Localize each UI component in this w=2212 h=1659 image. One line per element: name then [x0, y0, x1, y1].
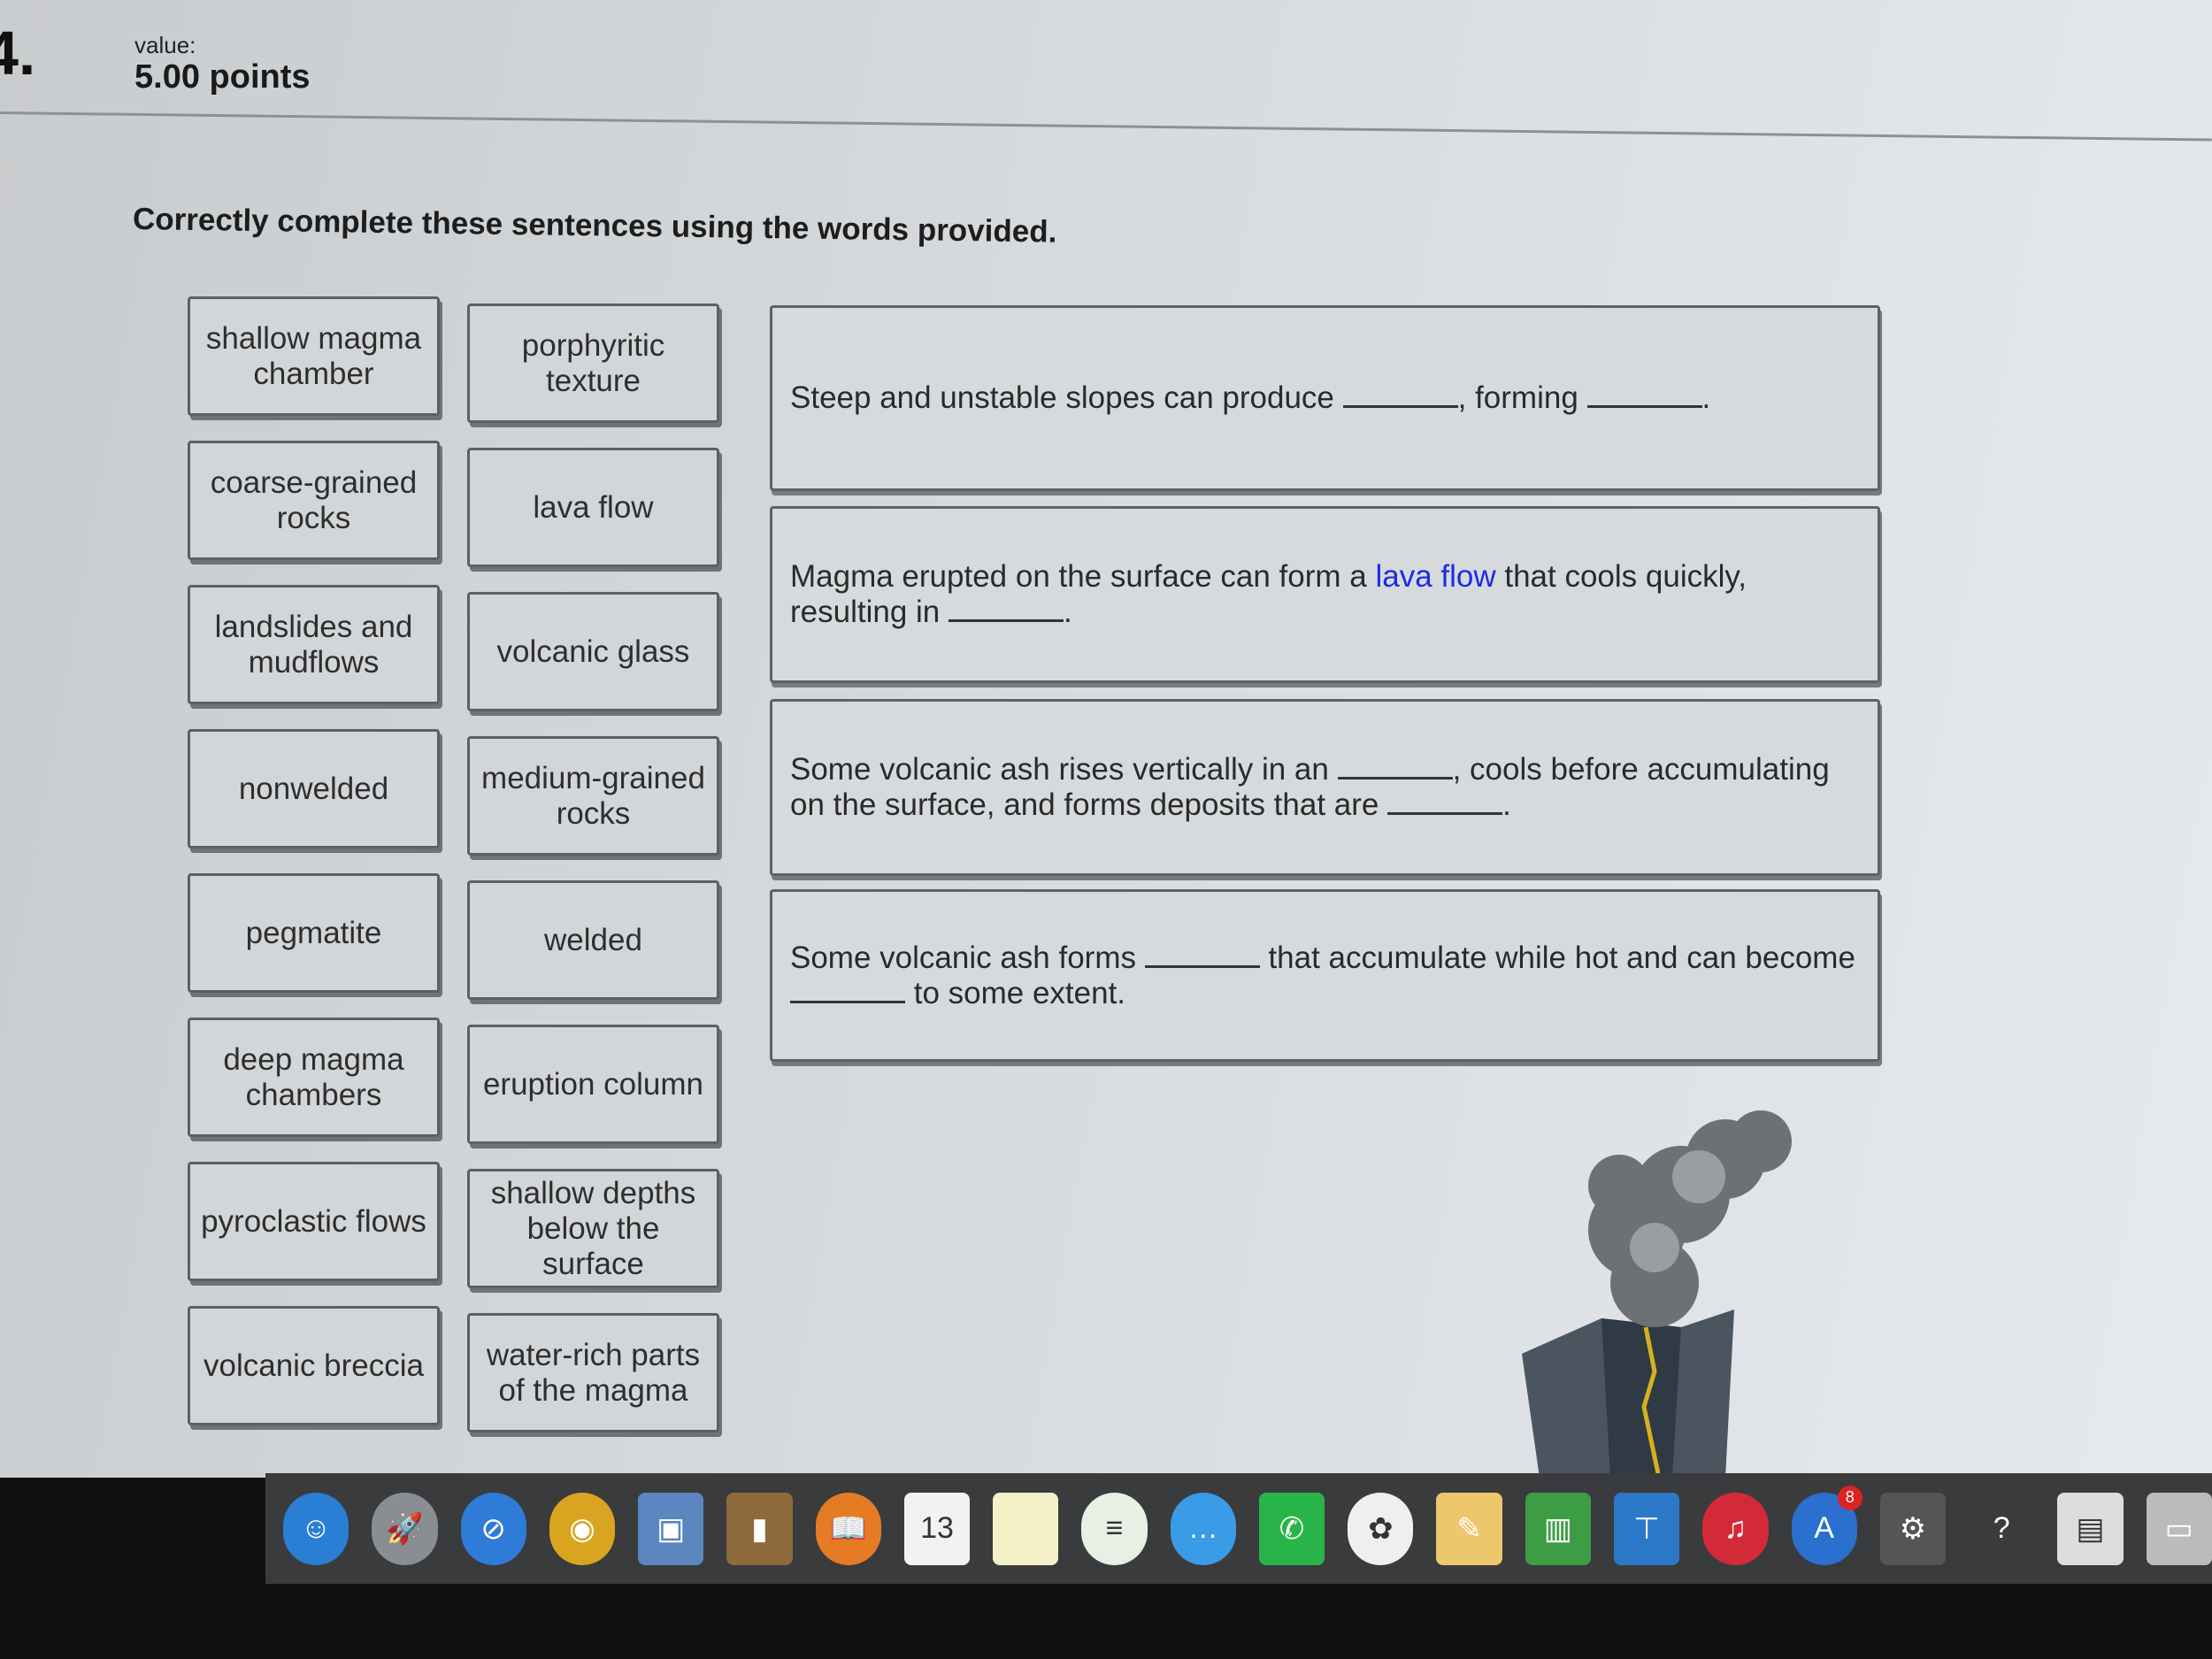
- sentence-fragment: .: [1063, 595, 1072, 629]
- sentence-fragment: Some volcanic ash rises vertically in an: [790, 752, 1338, 787]
- browser-page: 4. value: 5.00 points Correctly complete…: [0, 0, 2212, 1478]
- divider: [0, 111, 2212, 142]
- word-tile[interactable]: medium-grained rocks: [467, 736, 719, 856]
- photos-icon[interactable]: ✿: [1348, 1492, 1414, 1565]
- messages-icon[interactable]: …: [1170, 1492, 1236, 1565]
- sentence-fragment: Magma erupted on the surface can form a: [790, 559, 1376, 594]
- keynote-icon[interactable]: ⊤: [1613, 1492, 1680, 1565]
- ibooks-glyph: 📖: [829, 1511, 867, 1546]
- downloads-glyph: ▭: [2164, 1511, 2193, 1546]
- value-label: value:: [134, 32, 196, 58]
- word-tile[interactable]: deep magma chambers: [188, 1018, 440, 1137]
- help-icon[interactable]: ?: [1969, 1492, 2035, 1565]
- keynote-glyph: ⊤: [1633, 1511, 1660, 1546]
- filled-answer[interactable]: lava flow: [1375, 559, 1495, 594]
- system-preferences-glyph: ⚙: [1899, 1511, 1927, 1546]
- app-store-glyph: A: [1814, 1511, 1834, 1545]
- sentence-box: Some volcanic ash rises vertically in an…: [770, 699, 1880, 876]
- pages-icon[interactable]: ✎: [1436, 1492, 1502, 1565]
- dock: ☺ 🚀 ⊘ ◉ ▣ ▮ 📖 13 ≡ … ✆ ✿ ✎ ▥ ⊤ ♫ A 8 ⚙? ▤ ▭: [265, 1473, 2212, 1584]
- messages-glyph: …: [1187, 1511, 1218, 1545]
- facetime-glyph: ✆: [1279, 1511, 1305, 1546]
- pages-glyph: ✎: [1456, 1511, 1482, 1546]
- finder-icon[interactable]: ☺: [283, 1492, 349, 1565]
- launchpad-icon[interactable]: 🚀: [372, 1492, 438, 1565]
- safari-icon[interactable]: ⊘: [460, 1492, 526, 1565]
- answer-drop-zone[interactable]: [1144, 941, 1260, 968]
- system-preferences-icon[interactable]: ⚙: [1879, 1492, 1947, 1565]
- sentence-text: Some volcanic ash forms that accumulate …: [790, 941, 1860, 1011]
- sentence-box: Some volcanic ash forms that accumulate …: [770, 889, 1880, 1062]
- sentence-fragment: .: [1502, 787, 1511, 822]
- preview-glyph: ▣: [657, 1511, 686, 1546]
- facetime-icon[interactable]: ✆: [1258, 1492, 1325, 1565]
- word-tile[interactable]: volcanic glass: [467, 592, 719, 711]
- chrome-glyph: ◉: [569, 1511, 595, 1546]
- sentence-fragment: to some extent.: [905, 975, 1126, 1010]
- answer-drop-zone[interactable]: [1337, 753, 1453, 780]
- numbers-icon[interactable]: ▥: [1525, 1492, 1591, 1565]
- word-tile[interactable]: nonwelded: [188, 729, 440, 849]
- sentence-text: Magma erupted on the surface can form a …: [790, 559, 1860, 630]
- sentence-fragment: .: [1701, 380, 1711, 415]
- word-tile[interactable]: pegmatite: [188, 873, 440, 993]
- sentence-text: Some volcanic ash rises vertically in an…: [790, 752, 1860, 823]
- question-number: 4.: [0, 19, 36, 88]
- document-icon[interactable]: ▤: [2057, 1492, 2124, 1565]
- sentence-fragment: that accumulate while hot and can become: [1259, 940, 1855, 975]
- word-tile[interactable]: pyroclastic flows: [188, 1162, 440, 1281]
- answer-drop-zone[interactable]: [1342, 381, 1458, 408]
- word-tile[interactable]: porphyritic texture: [467, 303, 719, 423]
- notification-badge: 8: [1837, 1485, 1863, 1510]
- help-glyph: ?: [1993, 1511, 2010, 1545]
- reminders-icon[interactable]: ≡: [1081, 1492, 1148, 1565]
- photos-glyph: ✿: [1368, 1511, 1394, 1546]
- word-tile[interactable]: water-rich parts of the magma: [467, 1313, 719, 1432]
- instructions: Correctly complete these sentences using…: [132, 202, 1057, 250]
- sentence-fragment: Steep and unstable slopes can produce: [790, 380, 1343, 415]
- downloads-icon[interactable]: ▭: [2146, 1492, 2212, 1565]
- sentence-box: Magma erupted on the surface can form a …: [770, 506, 1880, 683]
- sentence-fragment: , forming: [1457, 380, 1587, 415]
- word-tile[interactable]: volcanic breccia: [188, 1306, 440, 1425]
- answer-drop-zone[interactable]: [1586, 381, 1702, 408]
- safari-glyph: ⊘: [480, 1511, 506, 1546]
- word-tile[interactable]: shallow magma chamber: [188, 296, 440, 416]
- volcano-illustration: [1522, 1110, 1792, 1478]
- ibooks-icon[interactable]: 📖: [815, 1492, 881, 1565]
- launchpad-glyph: 🚀: [386, 1511, 424, 1546]
- word-tile[interactable]: landslides and mudflows: [188, 585, 440, 704]
- answer-drop-zone[interactable]: [948, 595, 1064, 622]
- app-store-icon[interactable]: A8: [1791, 1485, 1863, 1565]
- sentence-fragment: Some volcanic ash forms: [790, 940, 1145, 975]
- document-glyph: ▤: [2076, 1511, 2105, 1546]
- reminders-glyph: ≡: [1105, 1511, 1124, 1545]
- word-tile[interactable]: coarse-grained rocks: [188, 441, 440, 560]
- word-tile[interactable]: shallow depths below the surface: [467, 1169, 719, 1288]
- answer-drop-zone[interactable]: [790, 977, 905, 1003]
- answer-drop-zone[interactable]: [1387, 788, 1503, 815]
- sentence-text: Steep and unstable slopes can produce , …: [790, 380, 1710, 416]
- notes-icon[interactable]: [993, 1492, 1059, 1565]
- points-value: 5.00 points: [134, 58, 311, 96]
- word-tile[interactable]: lava flow: [467, 448, 719, 567]
- numbers-glyph: ▥: [1543, 1511, 1572, 1546]
- word-tile[interactable]: welded: [467, 880, 719, 1000]
- contacts-icon[interactable]: ▮: [726, 1492, 793, 1565]
- sentence-box: Steep and unstable slopes can produce , …: [770, 305, 1880, 491]
- word-tile[interactable]: eruption column: [467, 1025, 719, 1144]
- contacts-glyph: ▮: [751, 1511, 768, 1546]
- finder-glyph: ☺: [300, 1511, 332, 1545]
- calendar-icon[interactable]: 13: [903, 1492, 971, 1565]
- itunes-glyph: ♫: [1724, 1511, 1747, 1545]
- chrome-icon[interactable]: ◉: [549, 1492, 616, 1565]
- preview-icon[interactable]: ▣: [638, 1492, 704, 1565]
- calendar-glyph: 13: [920, 1511, 954, 1545]
- itunes-icon[interactable]: ♫: [1702, 1492, 1769, 1565]
